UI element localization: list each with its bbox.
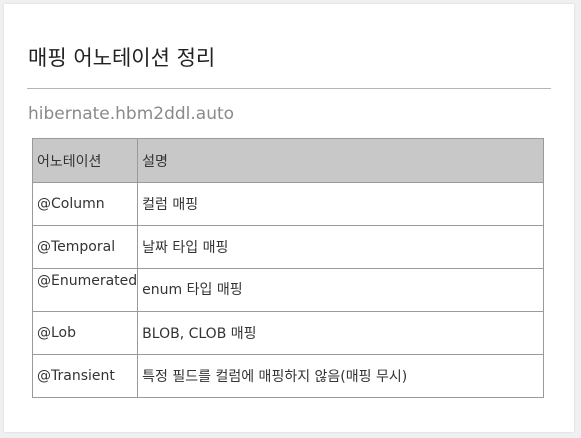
column-header-annotation: 어노테이션: [31, 138, 139, 183]
annotation-cell: @Transient: [31, 354, 139, 398]
description-cell: 날짜 타입 매핑: [137, 225, 544, 269]
annotation-cell: @Lob: [31, 311, 139, 355]
annotation-cell: @Enumerated: [31, 268, 139, 312]
table-row: @Transient 특정 필드를 컬럼에 매핑하지 않음(매핑 무시): [31, 354, 544, 398]
table-row: @Column 컬럼 매핑: [31, 182, 544, 226]
annotation-cell: @Column: [31, 182, 139, 226]
section-subheading: hibernate.hbm2ddl.auto: [28, 104, 235, 124]
table-row: @Lob BLOB, CLOB 매핑: [31, 311, 544, 355]
annotation-table: 어노테이션 설명 @Column 컬럼 매핑 @Temporal 날짜 타입 매…: [31, 138, 544, 398]
description-cell: BLOB, CLOB 매핑: [137, 311, 544, 355]
table-header-row: 어노테이션 설명: [31, 138, 544, 183]
section-heading: 매핑 어노테이션 정리: [28, 46, 216, 70]
table-row: @Temporal 날짜 타입 매핑: [31, 225, 544, 269]
description-cell: enum 타입 매핑: [137, 268, 544, 312]
heading-divider: [27, 88, 551, 89]
column-header-description: 설명: [137, 138, 544, 183]
description-cell: 컬럼 매핑: [137, 182, 544, 226]
content-card: 매핑 어노테이션 정리 hibernate.hbm2ddl.auto 어노테이션…: [4, 4, 574, 432]
table-row: @Enumerated enum 타입 매핑: [31, 268, 544, 312]
annotation-cell: @Temporal: [31, 225, 139, 269]
description-cell: 특정 필드를 컬럼에 매핑하지 않음(매핑 무시): [137, 354, 544, 398]
